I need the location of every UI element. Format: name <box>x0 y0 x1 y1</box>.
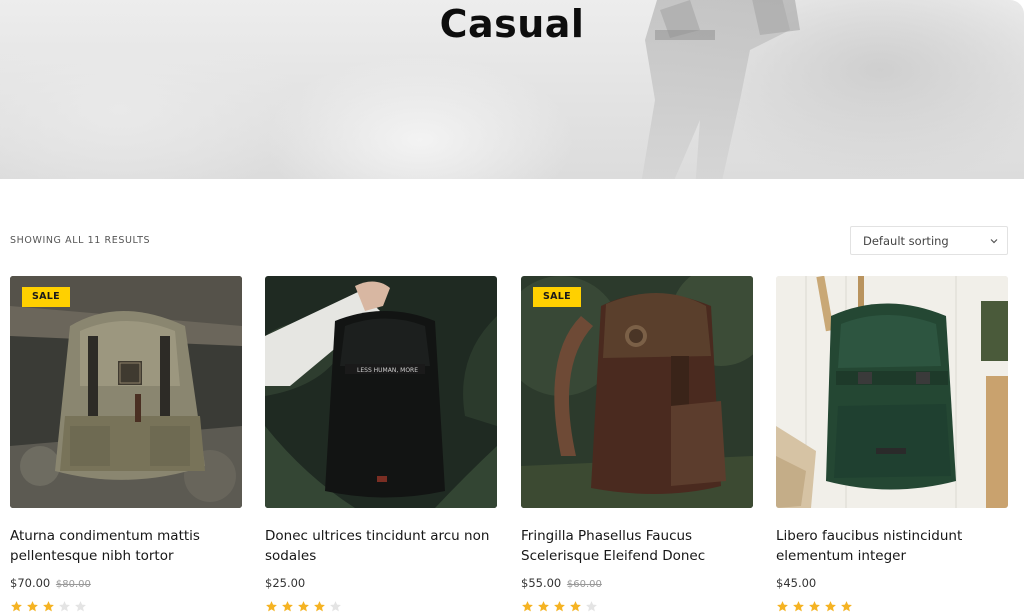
sale-badge: SALE <box>22 287 70 307</box>
product-price: $25.00 <box>265 576 497 592</box>
star-icon <box>825 601 836 612</box>
product-title[interactable]: Fringilla Phasellus Faucus Scelerisque E… <box>521 526 753 566</box>
star-icon <box>59 601 70 612</box>
result-count: SHOWING ALL 11 RESULTS <box>10 235 151 246</box>
product-price: $45.00 <box>776 576 1008 592</box>
star-icon <box>11 601 22 612</box>
product-image[interactable]: LESS HUMAN, MORE <box>265 276 497 508</box>
sort-select[interactable]: Default sorting <box>850 226 1008 255</box>
product-image[interactable]: SALE <box>521 276 753 508</box>
svg-text:LESS HUMAN, MORE: LESS HUMAN, MORE <box>357 367 418 374</box>
star-icon <box>841 601 852 612</box>
product-price: $55.00 $60.00 <box>521 576 753 592</box>
product-card[interactable]: Libero faucibus nistincidunt elementum i… <box>776 276 1008 613</box>
product-title[interactable]: Aturna condimentum mattis pellentesque n… <box>10 526 242 566</box>
star-icon <box>314 601 325 612</box>
star-icon <box>75 601 86 612</box>
product-title[interactable]: Donec ultrices tincidunt arcu non sodale… <box>265 526 497 566</box>
star-icon <box>809 601 820 612</box>
star-icon <box>282 601 293 612</box>
star-icon <box>586 601 597 612</box>
sale-badge: SALE <box>533 287 581 307</box>
product-card[interactable]: LESS HUMAN, MORE Donec ultrices tincidun… <box>265 276 497 613</box>
star-icon <box>27 601 38 612</box>
old-price: $80.00 <box>55 579 91 590</box>
chevron-down-icon <box>990 239 998 244</box>
star-rating <box>776 600 1008 613</box>
star-rating <box>265 600 497 613</box>
hero-banner: Casual <box>0 0 1024 179</box>
star-rating <box>10 600 242 613</box>
star-icon <box>554 601 565 612</box>
star-rating <box>521 600 753 613</box>
star-icon <box>298 601 309 612</box>
star-icon <box>777 601 788 612</box>
star-icon <box>330 601 341 612</box>
current-price: $70.00 <box>10 576 51 590</box>
product-card[interactable]: SALE Aturna condimentum mattis pellentes… <box>10 276 242 613</box>
current-price: $25.00 <box>265 576 306 590</box>
old-price: $60.00 <box>566 579 602 590</box>
current-price: $55.00 <box>521 576 562 590</box>
current-price: $45.00 <box>776 576 817 590</box>
page-title: Casual <box>439 2 585 46</box>
star-icon <box>522 601 533 612</box>
product-title[interactable]: Libero faucibus nistincidunt elementum i… <box>776 526 1008 566</box>
product-price: $70.00 $80.00 <box>10 576 242 592</box>
star-icon <box>538 601 549 612</box>
product-card[interactable]: SALE Fringilla Phasellus Faucus Sceleris… <box>521 276 753 613</box>
product-image[interactable]: SALE <box>10 276 242 508</box>
star-icon <box>570 601 581 612</box>
sort-select-label: Default sorting <box>863 233 949 248</box>
star-icon <box>793 601 804 612</box>
star-icon <box>43 601 54 612</box>
product-image[interactable] <box>776 276 1008 508</box>
star-icon <box>266 601 277 612</box>
